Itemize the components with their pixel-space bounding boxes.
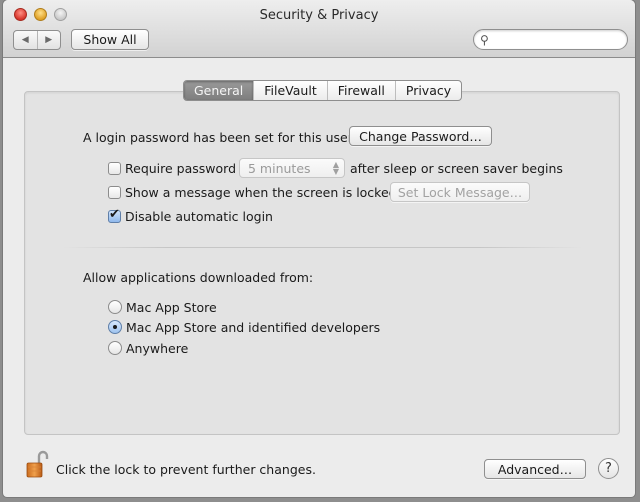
allow-apps-heading-row: Allow applications downloaded from: — [83, 268, 313, 286]
tab-filevault[interactable]: FileVault — [253, 81, 326, 100]
require-password-suffix: after sleep or screen saver begins — [350, 160, 563, 176]
allow-apps-option: Mac App Store and identified developers — [108, 318, 380, 336]
tab-bar: General FileVault Firewall Privacy — [183, 80, 463, 101]
back-forward-control: ◀ ▶ — [13, 30, 61, 50]
require-password-checkbox[interactable] — [108, 161, 121, 175]
set-lock-message-button[interactable]: Set Lock Message… — [390, 182, 530, 202]
tab-general[interactable]: General — [184, 81, 254, 100]
advanced-button[interactable]: Advanced… — [484, 459, 586, 479]
lock-message: Click the lock to prevent further change… — [56, 461, 316, 477]
triangle-left-icon: ◀ — [21, 35, 29, 45]
require-password-row: Require password — [108, 159, 236, 177]
disable-auto-login-row: Disable automatic login — [108, 207, 273, 225]
mac-app-store-label: Mac App Store — [126, 299, 217, 315]
allow-apps-option: Mac App Store — [108, 298, 217, 316]
search-field[interactable]: ⚲ — [473, 29, 628, 50]
show-message-checkbox[interactable] — [108, 185, 121, 199]
security-privacy-window: Security & Privacy ◀ ▶ Show All ⚲ Genera… — [3, 0, 635, 497]
allow-apps-option: Anywhere — [108, 339, 188, 357]
password-status-text: A login password has been set for this u… — [83, 129, 353, 145]
show-message-label: Show a message when the screen is locked — [125, 184, 397, 200]
title-bar: Security & Privacy ◀ ▶ Show All ⚲ — [3, 0, 635, 58]
triangle-right-icon: ▶ — [45, 35, 53, 45]
require-password-suffix-row: after sleep or screen saver begins — [350, 159, 563, 177]
question-mark-icon: ? — [605, 461, 612, 476]
change-password-button[interactable]: Change Password… — [349, 126, 492, 146]
disable-auto-login-checkbox[interactable] — [108, 207, 121, 223]
tab-privacy[interactable]: Privacy — [394, 81, 461, 100]
anywhere-radio[interactable] — [108, 341, 122, 355]
password-status-row: A login password has been set for this u… — [83, 127, 353, 147]
identified-developers-radio[interactable] — [108, 320, 122, 334]
popup-arrows-icon: ▲ ▼ — [332, 160, 339, 176]
show-message-row: Show a message when the screen is locked — [108, 183, 397, 201]
forward-button[interactable]: ▶ — [36, 31, 61, 49]
mac-app-store-radio[interactable] — [108, 300, 122, 314]
identified-developers-label: Mac App Store and identified developers — [126, 319, 381, 335]
disable-auto-login-label: Disable automatic login — [125, 208, 273, 224]
window-title: Security & Privacy — [259, 8, 379, 23]
require-password-delay-value: 5 minutes — [248, 160, 311, 176]
show-all-button[interactable]: Show All — [71, 29, 149, 50]
search-icon: ⚲ — [480, 33, 489, 47]
allow-apps-heading: Allow applications downloaded from: — [83, 269, 314, 285]
section-divider — [63, 247, 583, 248]
lock-message-row: Click the lock to prevent further change… — [56, 460, 316, 478]
back-button[interactable]: ◀ — [14, 31, 37, 49]
require-password-delay-popup[interactable]: 5 minutes ▲ ▼ — [239, 158, 345, 178]
anywhere-label: Anywhere — [126, 340, 189, 356]
tab-firewall[interactable]: Firewall — [326, 81, 395, 100]
require-password-label: Require password — [125, 160, 237, 176]
unlocked-padlock-icon[interactable] — [25, 450, 49, 480]
help-button[interactable]: ? — [598, 458, 619, 479]
